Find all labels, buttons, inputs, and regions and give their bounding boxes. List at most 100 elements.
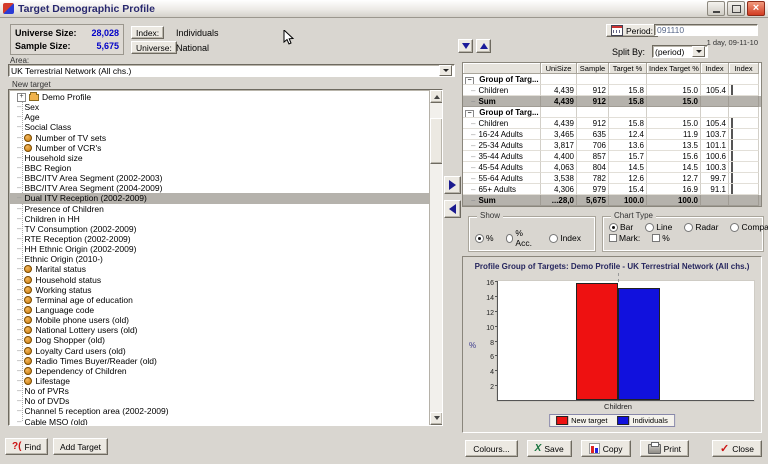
radio-icon[interactable] <box>549 234 558 243</box>
tree-item[interactable]: –Ethnic Origin (2010-) <box>9 254 442 264</box>
expander-plus-icon[interactable]: + <box>17 93 26 102</box>
tree-item[interactable]: –Dependency of Children <box>9 366 442 376</box>
tree-item[interactable]: –Household status <box>9 275 442 285</box>
expander-minus-icon[interactable]: − <box>465 110 474 119</box>
universe-button[interactable]: Universe: <box>131 41 177 54</box>
tree-item[interactable]: –Number of TV sets <box>9 133 442 143</box>
column-header[interactable]: Index <box>701 63 729 74</box>
tree-item[interactable]: –National Lottery users (old) <box>9 325 442 335</box>
tree-item[interactable]: –Cable MSO (old) <box>9 417 442 427</box>
tree-item[interactable]: –Household size <box>9 153 442 163</box>
chart-type-option[interactable]: Line <box>645 222 672 232</box>
save-button[interactable]: XSave <box>527 440 572 457</box>
tree-item[interactable]: –Radio Times Buyer/Reader (old) <box>9 356 442 366</box>
table-row[interactable]: − Group of Targ... <box>463 74 761 85</box>
tree-item[interactable]: –BBC/ITV Area Segment (2002-2003) <box>9 173 442 183</box>
show-option[interactable]: Index <box>549 233 581 243</box>
expander-minus-icon[interactable]: − <box>465 77 474 86</box>
tree-item[interactable]: –Channel 5 reception area (2002-2009) <box>9 406 442 416</box>
radio-icon[interactable] <box>684 223 693 232</box>
tree-item[interactable]: –HH Ethnic Origin (2002-2009) <box>9 244 442 254</box>
tree-item[interactable]: –Social Class <box>9 122 442 132</box>
tree-item[interactable]: –Terminal age of education <box>9 295 442 305</box>
tree-item[interactable]: –No of DVDs <box>9 396 442 406</box>
tree-item[interactable]: +Demo Profile <box>9 92 442 102</box>
column-header[interactable]: Target % <box>609 63 647 74</box>
add-target-button[interactable]: Add Target <box>53 438 108 455</box>
tree-item[interactable]: –Age <box>9 112 442 122</box>
table-row[interactable]: –65+ Adults4,30697915.416.991.1 <box>463 184 761 195</box>
tree-item[interactable]: –Dual ITV Reception (2002-2009) <box>9 193 442 203</box>
checkbox-icon[interactable] <box>652 234 660 242</box>
copy-button[interactable]: Copy <box>581 440 631 457</box>
tree-item[interactable]: –Mobile phone users (old) <box>9 315 442 325</box>
tree-item[interactable]: –Number of VCR's <box>9 143 442 153</box>
chart-type-checkbox[interactable]: Mark: <box>609 233 640 243</box>
period-button[interactable]: Period: <box>606 24 658 37</box>
table-row[interactable]: –Sum4,43991215.815.0 <box>463 96 761 107</box>
tree-item[interactable]: –Presence of Children <box>9 204 442 214</box>
show-option[interactable]: % <box>475 233 494 243</box>
show-option[interactable]: % Acc. <box>506 228 538 248</box>
column-header[interactable]: UniSize <box>541 63 577 74</box>
transfer-right-button[interactable] <box>444 176 461 194</box>
split-by-dropdown[interactable]: (period) <box>652 45 708 58</box>
period-input[interactable]: 091110 <box>654 24 758 36</box>
chart-type-option[interactable]: Bar <box>609 222 633 232</box>
table-row[interactable]: − Group of Targ... <box>463 107 761 118</box>
tree-item[interactable]: –TV Consumption (2002-2009) <box>9 224 442 234</box>
table-row[interactable]: –35-44 Adults4,40085715.715.6100.6 <box>463 151 761 162</box>
tree-item[interactable]: –BBC Region <box>9 163 442 173</box>
scroll-down-icon[interactable] <box>430 412 443 425</box>
table-row[interactable]: –25-34 Adults3,81770613.613.5101.1 <box>463 140 761 151</box>
move-up-button[interactable] <box>476 39 491 53</box>
radio-icon[interactable] <box>645 223 654 232</box>
close-button[interactable]: ✓Close <box>712 440 762 457</box>
tree-item[interactable]: –Dog Shopper (old) <box>9 335 442 345</box>
tree-item[interactable]: –Loyalty Card users (old) <box>9 346 442 356</box>
checkbox-icon[interactable] <box>609 234 617 242</box>
tree-scrollbar[interactable] <box>429 90 442 425</box>
find-button[interactable]: ?( Find <box>5 438 48 455</box>
column-header[interactable]: Index Target % <box>647 63 701 74</box>
scroll-up-icon[interactable] <box>430 90 443 103</box>
radio-icon[interactable] <box>609 223 618 232</box>
chevron-down-icon[interactable] <box>692 46 705 57</box>
table-row[interactable]: –16-24 Adults3,46563512.411.9103.7 <box>463 129 761 140</box>
chart-type-checkbox[interactable]: % <box>652 233 670 243</box>
tree-item[interactable]: –Lifestage <box>9 376 442 386</box>
tree-item[interactable]: –RTE Reception (2002-2009) <box>9 234 442 244</box>
print-button[interactable]: Print <box>640 440 689 457</box>
index-button[interactable]: Index: <box>131 26 164 39</box>
restore-icon[interactable] <box>727 1 745 16</box>
column-header[interactable] <box>463 63 541 74</box>
transfer-left-button[interactable] <box>444 200 461 218</box>
chart-type-option[interactable]: Radar <box>684 222 718 232</box>
chart-type-option[interactable]: Compas <box>730 222 768 232</box>
value-cell: 15.7 <box>609 151 647 162</box>
tree-item[interactable]: –Working status <box>9 285 442 295</box>
tree-item[interactable]: –Sex <box>9 102 442 112</box>
colours-button[interactable]: Colours... <box>465 440 517 457</box>
radio-icon[interactable] <box>475 234 484 243</box>
close-icon[interactable] <box>747 1 765 16</box>
scrollbar-thumb[interactable] <box>430 118 443 164</box>
tree-item[interactable]: –Children in HH <box>9 214 442 224</box>
column-header[interactable]: Index <box>729 63 759 74</box>
tree-item[interactable]: –No of PVRs <box>9 386 442 396</box>
table-row[interactable]: –45-54 Adults4,06380414.514.5100.3 <box>463 162 761 173</box>
tree-item[interactable]: –Marital status <box>9 264 442 274</box>
table-row[interactable]: –Children4,43991215.815.0105.4 <box>463 85 761 96</box>
table-row[interactable]: –55-64 Adults3,53878212.612.799.7 <box>463 173 761 184</box>
radio-icon[interactable] <box>506 234 514 243</box>
column-header[interactable]: Sample <box>577 63 609 74</box>
table-row[interactable]: –Children4,43991215.815.0105.4 <box>463 118 761 129</box>
move-down-button[interactable] <box>458 39 473 53</box>
tree-item[interactable]: –Language code <box>9 305 442 315</box>
area-dropdown[interactable]: UK Terrestrial Network (All chs.) <box>8 64 455 77</box>
table-row[interactable]: –Sum...28,05,675100.0100.0 <box>463 195 761 206</box>
radio-icon[interactable] <box>730 223 739 232</box>
minimize-icon[interactable] <box>707 1 725 16</box>
tree-item[interactable]: –BBC/ITV Area Segment (2004-2009) <box>9 183 442 193</box>
chevron-down-icon[interactable] <box>439 65 452 76</box>
